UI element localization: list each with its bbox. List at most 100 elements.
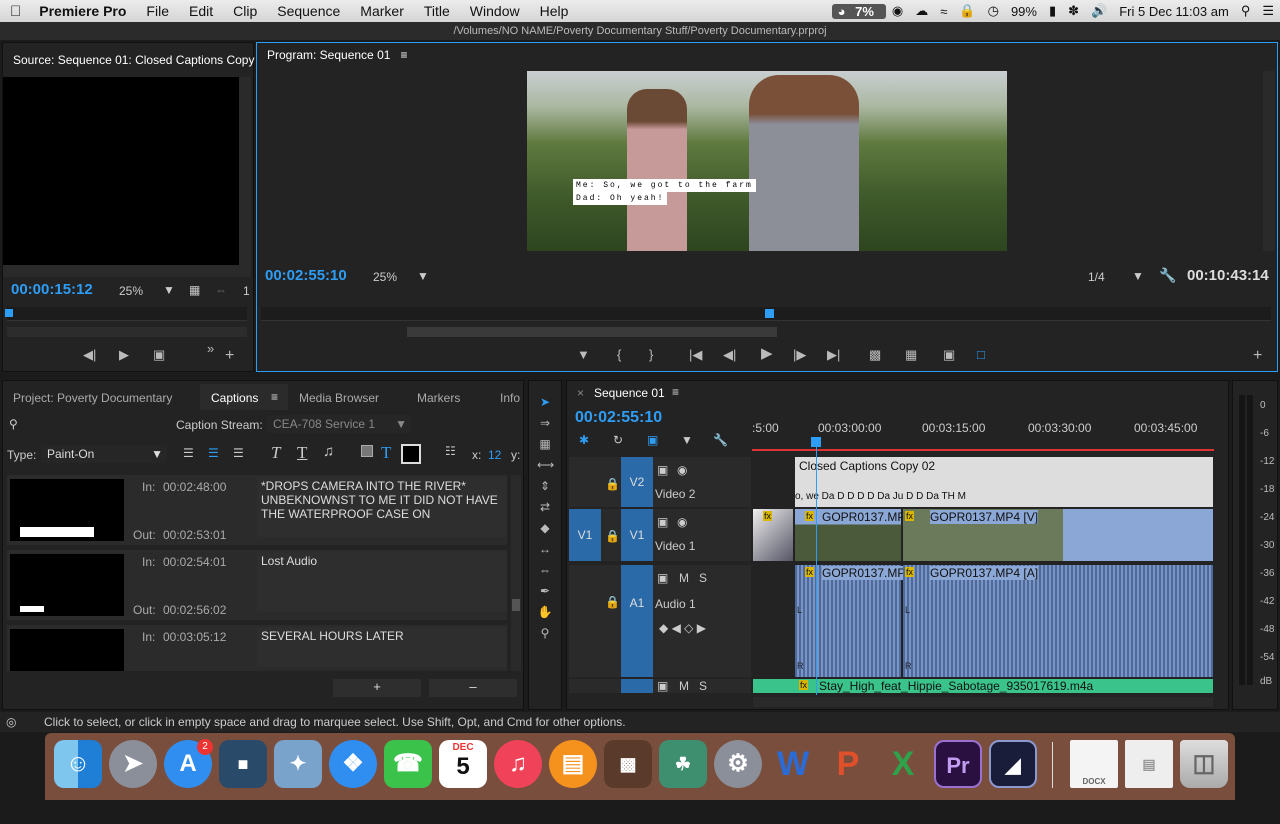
time-ruler[interactable]: :5:00 00:03:00:00 00:03:15:00 00:03:30:0… — [752, 411, 1214, 451]
music-note-icon[interactable]: ♫ — [323, 443, 334, 460]
timeline-tab-menu-icon[interactable]: ≡ — [672, 385, 679, 399]
source-more-icon[interactable]: » — [207, 341, 214, 357]
snap-icon[interactable]: ✱ — [579, 433, 589, 447]
selection-tool-icon[interactable]: ➤ — [537, 394, 553, 410]
launchpad-icon[interactable]: ➤ — [109, 740, 157, 788]
text-color-icon[interactable]: T — [381, 443, 391, 463]
tab-project[interactable]: Project: Poverty Documentary — [13, 391, 172, 405]
timeline-tab-close-icon[interactable]: × — [577, 386, 584, 400]
timeline-scrollbar[interactable] — [753, 697, 1213, 707]
document-stack-icon[interactable]: ▤ — [1125, 740, 1173, 788]
source-scrub-bar[interactable] — [7, 307, 247, 321]
program-menu-icon[interactable]: ≡ — [400, 48, 407, 62]
caption-stream-select[interactable]: CEA-708 Service 1 ▼ — [267, 415, 411, 433]
solo-button[interactable]: S — [699, 679, 707, 693]
menu-file[interactable]: File — [136, 3, 179, 19]
lift-icon[interactable]: ▩ — [869, 347, 881, 363]
go-to-out-icon[interactable]: ▶| — [827, 347, 840, 363]
program-add-button[interactable]: + — [1253, 348, 1262, 364]
position-grid-icon[interactable]: ☷ — [445, 444, 456, 458]
bluetooth-icon[interactable]: ✽ — [1062, 3, 1085, 19]
finder-icon[interactable]: ☺ — [54, 740, 102, 788]
step-back-icon[interactable]: ◀| — [723, 347, 736, 363]
source-settings-icon[interactable]: ▦ — [189, 283, 200, 297]
audio-clip[interactable]: fx GOPR0137.MP4 [A] L R — [903, 565, 1213, 677]
captions-scroll-thumb[interactable] — [512, 599, 520, 611]
word-icon[interactable]: W — [769, 740, 817, 788]
menu-clip[interactable]: Clip — [223, 3, 267, 19]
zoom-tool-icon[interactable]: ⚲ — [537, 625, 553, 641]
program-resolution[interactable]: 1/4 — [1088, 270, 1105, 284]
program-playhead-icon[interactable] — [765, 309, 774, 318]
timeline-playhead-handle-icon[interactable] — [811, 437, 821, 447]
rolling-edit-tool-icon[interactable]: ⟷ — [537, 457, 554, 473]
facetime-icon[interactable]: ☎ — [384, 740, 432, 788]
remove-caption-button[interactable]: – — [429, 679, 517, 697]
razor-tool-icon[interactable]: ⇄ — [537, 499, 553, 515]
color-swatch[interactable] — [401, 444, 421, 464]
mark-in-icon[interactable]: { — [617, 347, 621, 363]
track-target-v1[interactable]: V1 — [621, 509, 653, 561]
eye-icon[interactable]: ◉ — [677, 463, 687, 477]
align-left-icon[interactable]: ☰ — [183, 446, 194, 460]
battery-percent[interactable]: 99% — [1005, 4, 1043, 19]
menu-edit[interactable]: Edit — [179, 3, 223, 19]
source-play-button[interactable]: ▶ — [119, 347, 129, 363]
eye-icon[interactable]: ◉ — [677, 515, 687, 529]
work-area-bar[interactable] — [752, 449, 1214, 451]
type-select[interactable]: Paint-On ▼ — [41, 445, 167, 463]
source-export-frame-icon[interactable]: ▣ — [153, 347, 165, 363]
ibooks-icon[interactable]: ▤ — [549, 740, 597, 788]
caption-text[interactable]: *DROPS CAMERA INTO THE RIVER* UNBEKNOWNS… — [257, 477, 507, 537]
background-color-icon[interactable] — [361, 445, 373, 457]
caption-out-time[interactable]: 00:02:53:01 — [163, 528, 226, 542]
search-icon[interactable]: ⚲ — [9, 417, 18, 431]
app-menu[interactable]: Premiere Pro — [31, 3, 136, 19]
slide-tool-icon[interactable]: ↔ — [537, 541, 553, 557]
italic-icon[interactable]: T — [271, 443, 280, 463]
clock[interactable]: Fri 5 Dec 11:03 am — [1113, 4, 1235, 19]
system-preferences-icon[interactable]: ⚙ — [714, 740, 762, 788]
premiere-pro-icon[interactable]: Pr — [934, 740, 982, 788]
video-clip-partial[interactable]: fx — [753, 509, 793, 561]
menu-title[interactable]: Title — [414, 3, 460, 19]
record-icon[interactable]: ◉ — [886, 3, 909, 19]
x-value[interactable]: 12 — [488, 448, 501, 462]
hand-tool-icon[interactable]: ✋ — [537, 604, 553, 620]
calendar-icon[interactable]: DEC 5 — [439, 740, 487, 788]
notification-center-icon[interactable]: ☰ — [1256, 3, 1280, 19]
menu-help[interactable]: Help — [530, 3, 579, 19]
photo-booth-icon[interactable]: ■ — [219, 740, 267, 788]
preview-icon[interactable]: ✦ — [274, 740, 322, 788]
cpu-meter[interactable]: ◕ 7% — [831, 3, 886, 19]
caption-text[interactable]: SEVERAL HOURS LATER — [257, 627, 507, 667]
itunes-icon[interactable]: ♫ — [494, 740, 542, 788]
toggle-output-icon[interactable]: ▣ — [657, 463, 668, 477]
underline-icon[interactable]: T — [297, 443, 307, 463]
source-timecode[interactable]: 00:00:15:12 — [11, 281, 93, 298]
time-machine-icon[interactable]: ◷ — [982, 3, 1005, 19]
slip-tool-icon[interactable]: ◆ — [537, 520, 553, 536]
wifi-icon[interactable]: ≈ — [934, 4, 953, 19]
apple-menu-icon[interactable]:  — [0, 3, 31, 20]
track-target-v2[interactable]: V2 — [621, 457, 653, 507]
caption-text[interactable]: Lost Audio — [257, 552, 507, 612]
audio-clip[interactable]: fx GOPR0137.MP4 L R — [795, 565, 913, 677]
program-scrollbar[interactable] — [1263, 71, 1275, 251]
track-target-a2[interactable] — [621, 679, 653, 693]
music-clip[interactable]: fx Stay_High_feat_Hippie_Sabotage_935017… — [753, 679, 1213, 693]
timeline-playhead[interactable] — [816, 439, 817, 695]
tab-markers[interactable]: Markers — [417, 391, 460, 405]
photos-icon[interactable]: ▩ — [604, 740, 652, 788]
source-step-back-icon[interactable]: ◀| — [83, 347, 96, 363]
captions-scrollbar[interactable] — [511, 475, 521, 671]
track-target-a1[interactable]: A1 — [621, 565, 653, 677]
source-playhead-icon[interactable] — [5, 309, 13, 317]
extract-icon[interactable]: ▦ — [905, 347, 917, 363]
caption-item[interactable]: In: 00:02:54:01 Out: 00:02:56:02 Lost Au… — [7, 550, 507, 620]
play-button[interactable]: ▶ — [761, 346, 773, 362]
source-add-button[interactable]: + — [225, 348, 234, 364]
mark-out-icon[interactable]: } — [649, 347, 653, 363]
video-clip[interactable]: fx GOPR0137.MP4 — [795, 509, 912, 561]
tab-captions[interactable]: Captions — [211, 391, 258, 405]
